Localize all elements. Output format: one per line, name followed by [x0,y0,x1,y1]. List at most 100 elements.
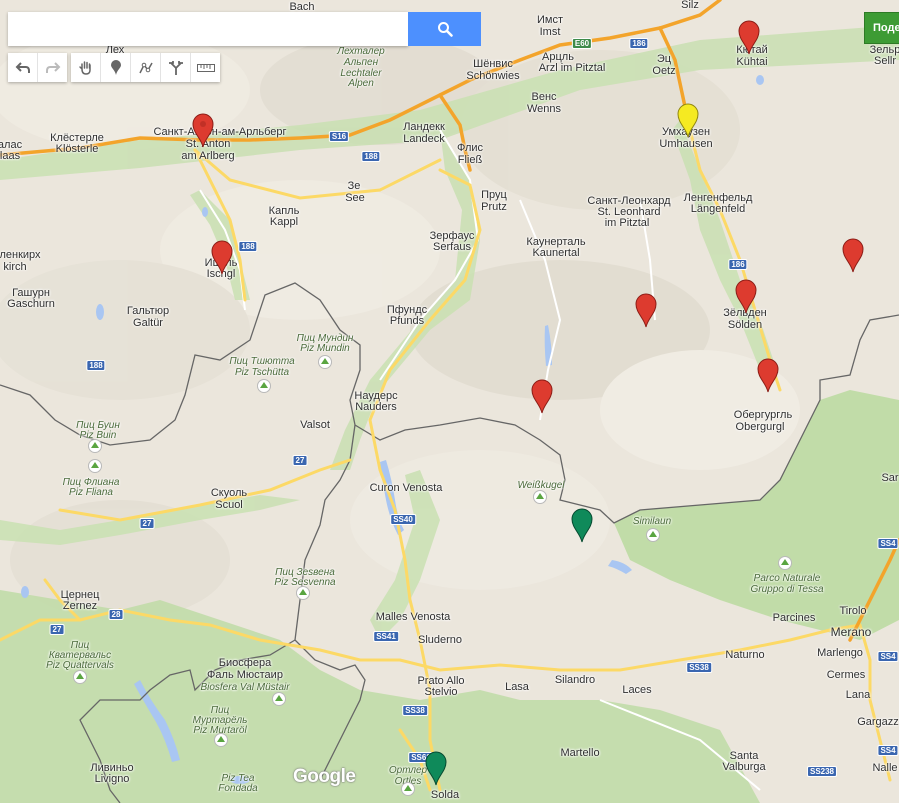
place-label: Гальтюр [126,305,170,317]
marker-pin-icon [425,751,447,786]
road-shield: SS41 [373,631,399,642]
place-label: Solda [430,789,460,801]
place-label: Gaschurn [7,298,55,310]
place-label: Nalle [872,762,898,774]
road-shield: SS38 [686,662,712,673]
search-button[interactable] [408,12,481,46]
map-toolbar [8,53,220,82]
road-shield: 27 [49,624,65,635]
directions-button[interactable] [161,53,191,82]
add-marker-button[interactable] [101,53,131,82]
mountain-peak-icon [646,528,660,542]
road-shield: 186 [629,38,649,49]
road-shield: E60 [571,38,593,49]
place-label: Kappl [269,216,299,228]
map-marker-red[interactable] [840,237,866,273]
map-marker-green[interactable] [423,750,449,786]
map-marker-red[interactable] [755,357,781,393]
place-label: Cermes [826,669,866,681]
place-label: Имст [536,14,564,26]
map-marker-green[interactable] [569,507,595,543]
hand-icon [78,60,91,75]
marker-pin-icon [735,279,757,314]
place-label: Längenfeld [690,203,746,215]
place-label: Martello [560,747,600,759]
share-button[interactable]: Поде [864,12,899,44]
place-label: Arzl im Pitztal [538,62,606,74]
place-label: Скуоль [210,487,248,499]
place-label: Schönwies [466,70,520,82]
place-label: Klösterle [55,143,99,155]
place-label: am Arlberg [181,150,235,162]
place-label: Kühtai [736,56,768,68]
road-shield: S16 [328,131,350,142]
redo-icon [45,61,60,73]
place-label: Эц [656,53,672,65]
place-label: Marlengo [817,647,863,659]
place-label: Parco Naturale [753,573,821,584]
search-icon [437,22,453,37]
pan-tool-button[interactable] [71,53,101,82]
draw-line-button[interactable] [131,53,161,82]
place-label: Пиц Тшютта [229,356,295,367]
map-marker-yellow-selected[interactable] [675,102,701,138]
place-label: Sellr [873,55,897,67]
place-label: Фаль Мюстаир [207,669,283,681]
place-label: Obergurgl [735,421,785,433]
undo-button[interactable] [8,53,38,82]
road-shield: 186 [728,259,748,270]
redo-button[interactable] [38,53,67,82]
place-label: Silz [681,0,699,11]
mountain-peak-icon [88,439,102,453]
measure-button[interactable] [191,53,220,82]
map-marker-red[interactable] [736,19,762,55]
place-label: Wenns [526,103,562,115]
place-label: Fließ [457,154,483,166]
place-label: Sluderno [417,634,463,646]
place-label: Флис [456,142,484,154]
road-shield: 188 [86,360,106,371]
place-label: Lana [845,689,871,701]
place-label: Gargazz [857,716,899,728]
place-label: Шёнвис [473,58,513,70]
map-marker-red[interactable] [633,292,659,328]
place-label: Fondada [218,783,258,794]
map-marker-red[interactable] [209,239,235,275]
search-input[interactable] [8,12,408,46]
road-shield: SS4 [877,745,899,756]
place-label: Imst [539,26,561,38]
place-label: Landeck [403,133,445,145]
place-label: Curon Venosta [369,482,443,494]
place-label: Similaun [632,516,672,527]
place-label: Ортлер [388,765,428,776]
mountain-peak-icon [257,379,271,393]
road-shield: 27 [292,455,308,466]
undo-icon [15,61,30,73]
marker-pin-icon [531,379,553,414]
marker-pin-icon [677,103,699,138]
place-label: Альпен [343,57,379,68]
place-label: Зе [347,180,361,192]
map-marker-red[interactable] [190,112,216,148]
place-label: Пруц [481,189,507,201]
mountain-peak-icon [533,490,547,504]
road-shield: SS40 [390,514,416,525]
place-label: laas [0,150,21,162]
mountain-peak-icon [778,556,792,570]
marker-pin-icon [842,238,864,273]
place-label: Биосфера [218,657,272,669]
marker-pin-icon [192,113,214,148]
place-label: Nauders [355,401,397,413]
mountain-peak-icon [214,733,228,747]
place-label: Silandro [554,674,596,686]
place-label: Lasa [505,681,529,693]
map-marker-red[interactable] [733,278,759,314]
mountain-peak-icon [296,586,310,600]
marker-pin-icon [571,508,593,543]
map-marker-red[interactable] [529,378,555,414]
place-label: Sar [881,472,899,484]
place-label: Piz Tschütta [234,367,290,378]
place-label: im Pitztal [604,217,650,229]
place-label: Laces [622,684,652,696]
place-label: Livigno [94,773,130,785]
